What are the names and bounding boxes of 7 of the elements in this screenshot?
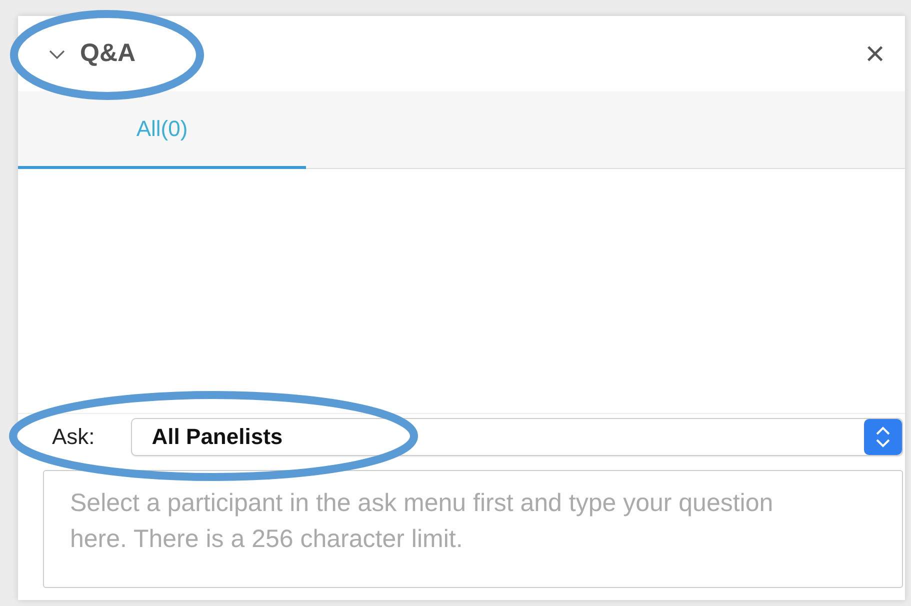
panel-title: Q&A [80, 39, 136, 68]
question-field[interactable]: Select a participant in the ask menu first and type your question here. There is a 256 character limit. [43, 470, 903, 588]
chevron-down-icon[interactable] [48, 48, 66, 60]
recipient-dropdown[interactable]: All Panelists [130, 418, 903, 456]
close-button[interactable]: × [865, 36, 885, 70]
stepper-icon[interactable] [864, 419, 902, 455]
ask-label: Ask: [52, 424, 95, 450]
